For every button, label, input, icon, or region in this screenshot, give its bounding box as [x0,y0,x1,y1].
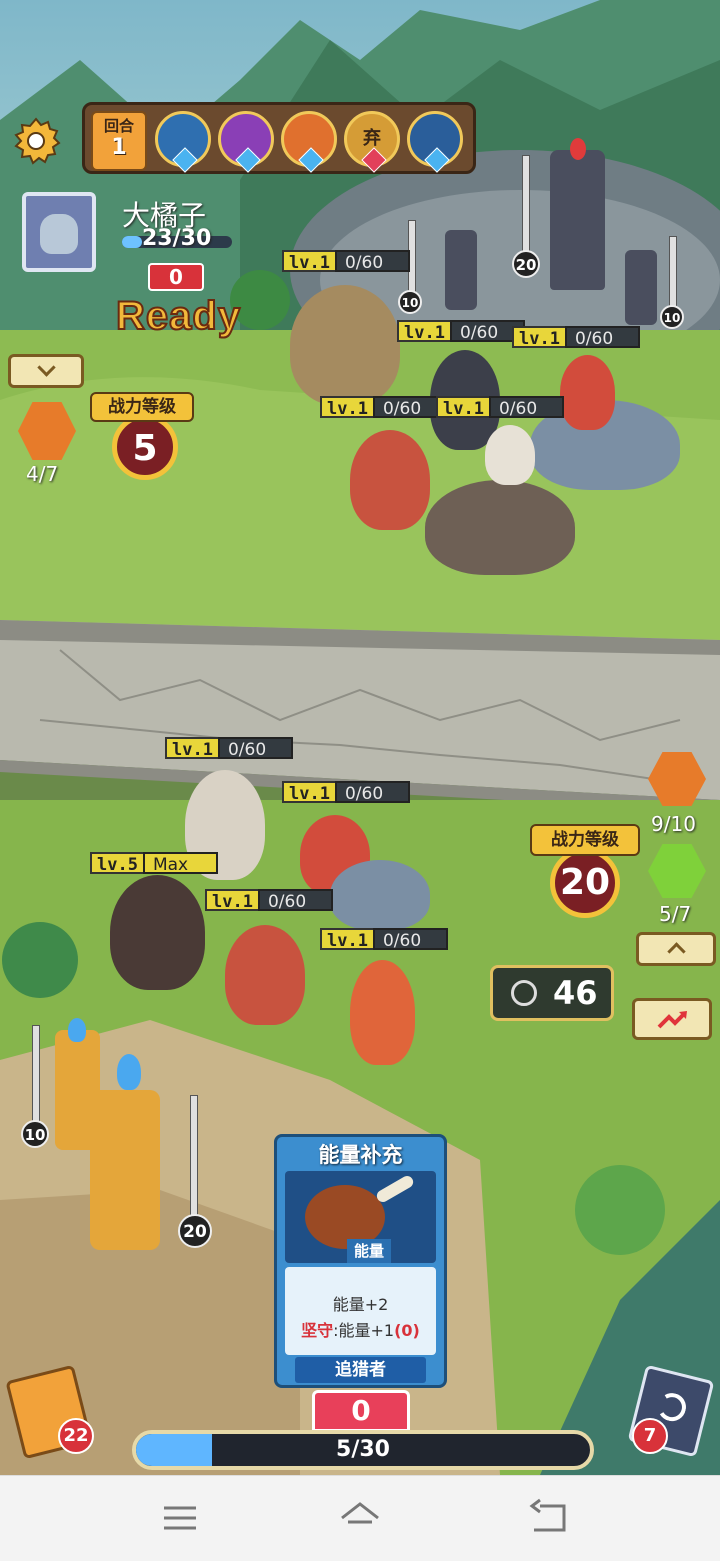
settings-gear-icon[interactable] [10,115,62,167]
trend-up-icon [657,1011,687,1029]
enemy-unit-level-bar: lv.1 0/60 [436,396,564,419]
tower-count: 10 [660,305,684,329]
enemy-unit-level-bar: lv.1 0/60 [512,326,640,349]
blue-gem-icon [117,1054,141,1090]
enemy-unit-level-bar: lv.1 0/60 [282,250,410,273]
card-description: 能量+2 坚守:能量+1(0) [285,1267,436,1355]
wolf-mount-ally[interactable] [330,860,430,930]
player-green-count: 5/7 [659,902,692,926]
card-art: 能量 [285,1171,436,1263]
energy-bar-text: 5/30 [336,1437,390,1462]
axe-warrior-enemy[interactable] [350,430,430,530]
red-warrior-enemy[interactable] [560,355,615,430]
enemy-unit-level-bar: lv.1 0/60 [320,396,448,419]
tower-hp-gauge [190,1095,198,1217]
skull-rider-enemy[interactable] [485,425,535,485]
round-number: 1 [111,135,127,160]
timer-value: 46 [553,974,598,1012]
red-gem-icon [570,138,586,160]
round-indicator: 回合 1 [91,111,147,171]
ally-unit-level-bar: lv.1 0/60 [205,889,333,912]
effect-text: :能量+1 [333,1321,395,1340]
keyword: 坚守 [301,1321,334,1340]
deck-count-badge: 22 [58,1418,94,1454]
ally-unit-level-bar: lv.1 0/60 [165,737,293,760]
bone-icon [374,1173,416,1205]
tower-hp-gauge [32,1025,40,1127]
card-effect-line2: 坚守:能量+1(0) [285,1317,436,1341]
collapse-button[interactable] [8,354,84,388]
system-navigation-bar [0,1475,720,1561]
tower-count: 20 [512,250,540,278]
ally-unit-level-bar: lv.5 Max [90,852,218,875]
home-icon[interactable] [338,1496,382,1540]
effect-bonus: (0) [394,1321,420,1340]
ally-pillar-main [90,1090,160,1250]
player-gem-count: 9/10 [651,812,696,836]
discard-tag: 弃 [363,128,381,149]
energy-counter: 0 [312,1390,410,1432]
boar-rider-enemy[interactable] [425,480,575,575]
enemy-obelisk-left [445,230,477,310]
ally-unit-level-bar: lv.1 0/60 [282,781,410,804]
turn-timer: 46 [490,965,614,1021]
player-power-badge: 战力等级 20 [520,818,650,918]
chevron-up-icon [666,942,686,961]
tower-count: 10 [21,1120,49,1148]
power-label: 战力等级 [90,392,194,422]
tower-hp-gauge [669,236,677,313]
enemy-unit-level-bar: lv.1 0/60 [397,320,525,343]
card-class: 追猎者 [295,1357,426,1383]
horned-warlord-ally[interactable] [110,875,205,990]
back-icon[interactable] [526,1496,570,1540]
menu-icon[interactable] [158,1496,202,1540]
turn-order-bar: 回合 1 弃 [82,102,476,174]
stats-button[interactable] [632,998,712,1040]
hp-fill [122,236,142,248]
card-effect-line1: 能量+2 [332,1295,389,1314]
axe-warrior-ally[interactable] [225,925,305,1025]
round-label: 回合 [103,117,134,135]
opponent-hp-text: 23/30 [142,226,212,251]
robot-face-icon [40,214,78,254]
chevron-down-icon [36,358,56,377]
opponent-shield-badge: 0 [148,263,204,291]
enemy-obelisk-main [550,150,605,290]
energy-bar: 5/30 [132,1430,594,1470]
tower-hp-gauge [522,155,530,257]
power-value: 20 [559,862,611,903]
enemy-gem-count: 4/7 [26,462,59,486]
enemy-power-badge: 战力等级 5 [82,384,202,484]
blue-gem-icon [68,1018,86,1042]
power-label: 战力等级 [530,824,640,856]
enemy-obelisk-right [625,250,657,325]
tower-count: 20 [178,1214,212,1248]
stone-golem-enemy[interactable] [290,285,400,405]
power-value: 5 [132,428,158,469]
ready-status: Ready [115,293,242,339]
ability-card[interactable]: 能量补充 能量 能量+2 坚守:能量+1(0) 追猎者 [274,1134,447,1388]
expand-button[interactable] [636,932,716,966]
hooded-hunter-ally[interactable] [350,960,415,1065]
ally-unit-level-bar: lv.1 0/60 [320,928,448,951]
opponent-avatar[interactable] [22,192,96,272]
card-type: 能量 [347,1239,391,1263]
discard-count-badge: 7 [632,1418,668,1454]
card-title: 能量补充 [318,1143,403,1167]
refresh-icon [654,1390,689,1425]
clock-icon [511,980,537,1006]
tower-count: 10 [398,290,422,314]
